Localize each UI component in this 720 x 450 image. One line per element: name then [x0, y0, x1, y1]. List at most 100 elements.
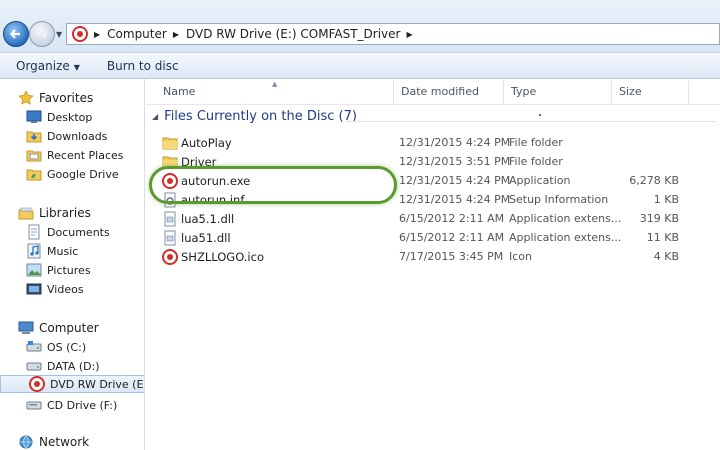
file-type: File folder — [509, 155, 563, 168]
nav-computer-label: Computer — [39, 321, 99, 335]
file-type: File folder — [509, 136, 563, 149]
file-row[interactable]: AutoPlay 12/31/2015 4:24 PM File folder — [160, 134, 720, 153]
navigation-pane: Favorites Desktop Downloads Recent Place… — [0, 79, 145, 450]
nav-os-c[interactable]: OS (C:) — [26, 338, 86, 356]
back-button[interactable] — [3, 21, 29, 47]
burn-to-disc-button[interactable]: Burn to disc — [100, 59, 186, 73]
nav-os-c-label: OS (C:) — [47, 340, 87, 354]
file-size: 11 KB — [646, 231, 679, 244]
address-bar: ▼ ▶ Computer ▶ DVD RW Drive (E:) COMFAST… — [0, 0, 720, 52]
disc-drive-icon — [72, 26, 88, 42]
command-bar: Organize ▼ Burn to disc — [0, 52, 720, 79]
forward-button[interactable] — [29, 21, 55, 47]
nav-computer[interactable]: Computer — [18, 319, 99, 337]
nav-desktop-label: Desktop — [47, 110, 93, 124]
nav-cd-drive-f-label: CD Drive (F:) — [47, 398, 118, 412]
hard-drive-icon — [26, 341, 42, 352]
nav-pictures-label: Pictures — [47, 263, 91, 277]
nav-network[interactable]: Network — [18, 433, 89, 450]
nav-google-drive-label: Google Drive — [47, 167, 119, 181]
group-divider — [346, 121, 716, 122]
group-header[interactable]: ◢ Files Currently on the Disc (7) — [152, 109, 357, 124]
videos-icon — [26, 283, 42, 295]
nav-recent-places[interactable]: Recent Places — [26, 146, 124, 164]
nav-libraries-label: Libraries — [39, 206, 91, 220]
file-row[interactable]: SHZLLOGO.ico 7/17/2015 3:45 PM Icon 4 KB — [160, 248, 720, 267]
column-size-label: Size — [619, 85, 642, 98]
network-icon — [19, 435, 33, 449]
nav-google-drive[interactable]: Google Drive — [26, 165, 119, 183]
file-type: Application — [509, 174, 571, 187]
chevron-right-icon[interactable]: ▶ — [94, 30, 100, 39]
organize-button[interactable]: Organize ▼ — [9, 59, 87, 73]
nav-dvd-rw-drive-e-label: DVD RW Drive (E:) C — [50, 377, 144, 391]
breadcrumb[interactable]: ▶ Computer ▶ DVD RW Drive (E:) COMFAST_D… — [66, 23, 720, 45]
nav-network-label: Network — [39, 435, 90, 449]
column-header-date-modified[interactable]: Date modified — [394, 79, 504, 105]
app-logo-icon — [162, 249, 178, 265]
google-drive-icon — [26, 169, 42, 181]
nav-data-d[interactable]: DATA (D:) — [26, 357, 100, 375]
nav-libraries[interactable]: Libraries — [18, 204, 91, 222]
nav-music-label: Music — [47, 244, 79, 258]
sort-ascending-icon: ▲ — [272, 80, 278, 88]
nav-cd-drive-f[interactable]: CD Drive (F:) — [26, 396, 117, 414]
file-type: Application extens... — [509, 212, 622, 225]
file-type: Icon — [509, 250, 532, 263]
organize-label: Organize — [16, 58, 70, 73]
folder-icon — [162, 137, 178, 150]
breadcrumb-dvd-drive[interactable]: DVD RW Drive (E:) COMFAST_Driver — [186, 27, 401, 41]
file-type: Setup Information — [509, 193, 609, 206]
pictures-icon — [26, 263, 42, 277]
nav-dvd-rw-drive-e[interactable]: DVD RW Drive (E:) C — [0, 375, 144, 393]
nav-music[interactable]: Music — [26, 242, 78, 260]
downloads-icon — [26, 131, 42, 143]
file-date: 12/31/2015 3:51 PM — [399, 155, 511, 168]
chevron-down-icon: ▼ — [73, 62, 80, 72]
nav-favorites[interactable]: Favorites — [18, 89, 93, 107]
nav-pictures[interactable]: Pictures — [26, 261, 91, 279]
file-row[interactable]: lua5.1.dll 6/15/2012 2:11 AM Application… — [160, 210, 720, 229]
dll-file-icon — [164, 230, 176, 246]
file-date: 12/31/2015 4:24 PM — [399, 193, 511, 206]
star-icon — [18, 90, 34, 105]
file-name: SHZLLOGO.ico — [181, 250, 264, 264]
file-size: 319 KB — [639, 212, 679, 225]
file-date: 6/15/2012 2:11 AM — [399, 212, 505, 225]
nav-data-d-label: DATA (D:) — [47, 359, 100, 373]
group-label: Files Currently on the Disc (7) — [164, 109, 357, 124]
desktop-icon — [26, 110, 42, 123]
recent-places-icon — [26, 150, 42, 162]
nav-documents-label: Documents — [47, 225, 110, 239]
nav-recent-places-label: Recent Places — [47, 148, 124, 162]
nav-videos[interactable]: Videos — [26, 280, 84, 298]
file-type: Application extens... — [509, 231, 622, 244]
nav-downloads[interactable]: Downloads — [26, 127, 107, 145]
hard-drive-icon — [26, 362, 42, 371]
disc-drive-icon — [29, 376, 45, 392]
breadcrumb-computer[interactable]: Computer — [107, 27, 167, 41]
file-date: 7/17/2015 3:45 PM — [399, 250, 504, 263]
annotation-highlight-ellipse — [149, 166, 397, 204]
file-row[interactable]: lua51.dll 6/15/2012 2:11 AM Application … — [160, 229, 720, 248]
computer-icon — [18, 321, 34, 334]
file-date: 6/15/2012 2:11 AM — [399, 231, 505, 244]
column-name-label: Name — [163, 85, 196, 98]
file-size: 6,278 KB — [629, 174, 679, 187]
nav-desktop[interactable]: Desktop — [26, 108, 92, 126]
recent-pages-dropdown[interactable]: ▼ — [56, 30, 62, 39]
nav-videos-label: Videos — [47, 282, 84, 296]
column-date-label: Date modified — [401, 85, 479, 98]
collapse-arrow-icon[interactable]: ◢ — [152, 112, 158, 121]
column-header-size[interactable]: Size — [612, 79, 689, 105]
column-header-type[interactable]: Type — [504, 79, 612, 105]
file-name: AutoPlay — [181, 136, 232, 150]
file-date: 12/31/2015 4:24 PM — [399, 174, 511, 187]
chevron-right-icon[interactable]: ▶ — [173, 30, 179, 39]
nav-documents[interactable]: Documents — [26, 223, 110, 241]
speck — [539, 114, 541, 116]
chevron-right-icon[interactable]: ▶ — [406, 30, 412, 39]
dll-file-icon — [164, 211, 176, 227]
file-size: 1 KB — [653, 193, 679, 206]
file-date: 12/31/2015 4:24 PM — [399, 136, 511, 149]
